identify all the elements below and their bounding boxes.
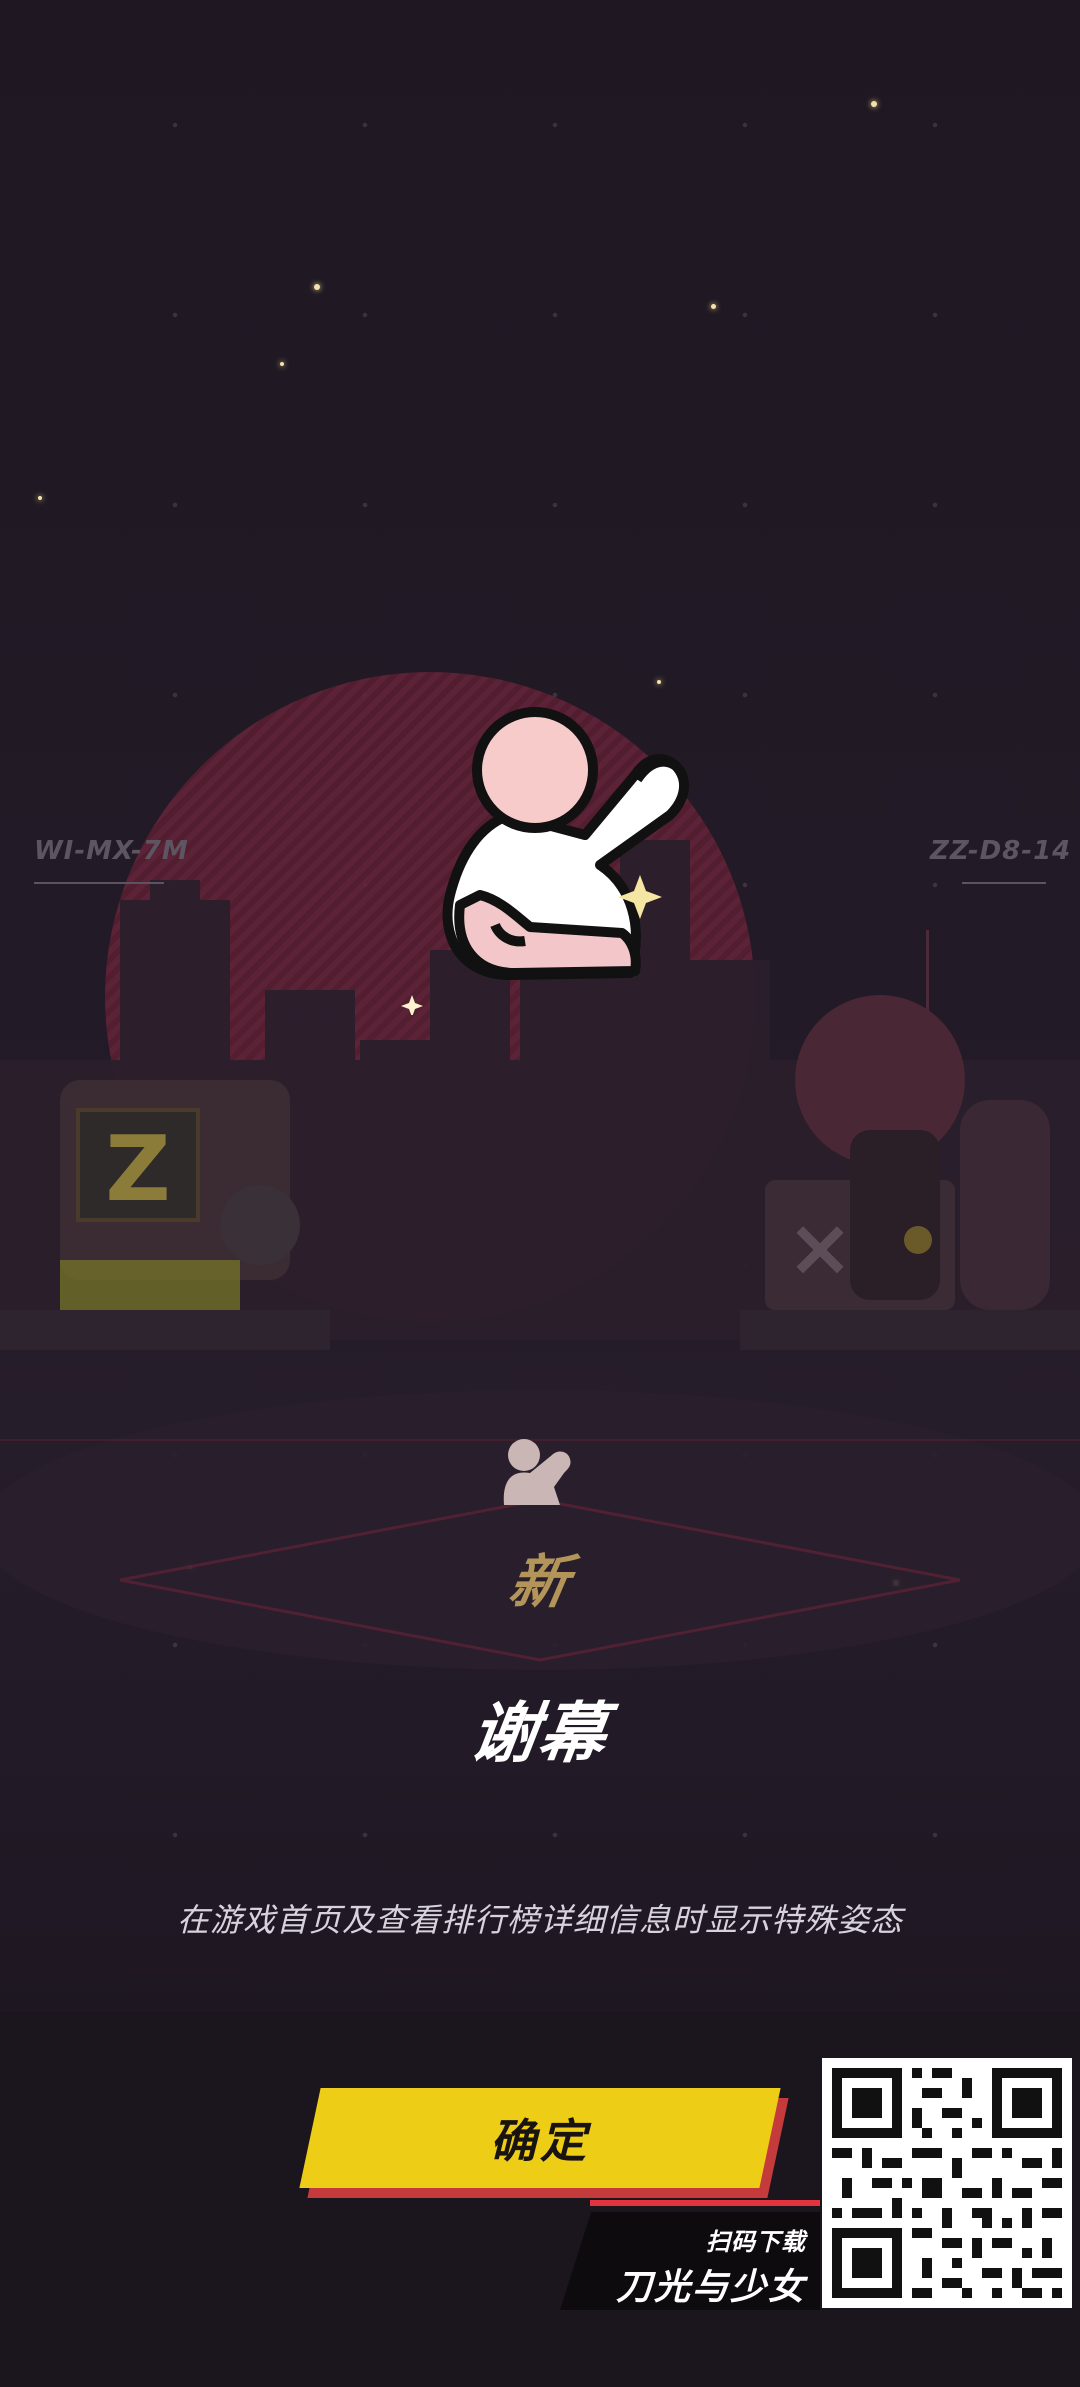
right-stage-code: ZZ-D8-14 (930, 836, 1072, 866)
new-badge: 新 (504, 1548, 575, 1616)
download-promo: 扫码下载 刀光与少女 (560, 2200, 820, 2310)
left-stage-code: WI-MX-7M (34, 836, 189, 866)
svg-text:×: × (786, 1201, 853, 1294)
left-code-underline (34, 882, 164, 884)
confirm-button[interactable]: 确定 (299, 2088, 781, 2188)
confirm-button-label: 确定 (490, 2115, 590, 2167)
promo-game-name: 刀光与少女 (615, 2267, 806, 2308)
svg-text:Z: Z (105, 1117, 170, 1222)
promo-caption: 扫码下载 (706, 2228, 806, 2256)
qr-code-icon[interactable] (822, 2058, 1072, 2308)
small-waving-icon (503, 1439, 571, 1505)
promo-red-bar (590, 2200, 820, 2206)
reward-title: 谢幕 (465, 1695, 613, 1772)
game-stage: Z × WI-MX-7M ZZ-D8-14 新 谢幕 在游戏首页及查看排行榜详细… (0, 0, 1080, 2387)
right-code-underline (962, 882, 1046, 884)
waving-character-icon (401, 707, 689, 1015)
reward-description: 在游戏首页及查看排行榜详细信息时显示特殊姿态 (176, 1901, 903, 1939)
